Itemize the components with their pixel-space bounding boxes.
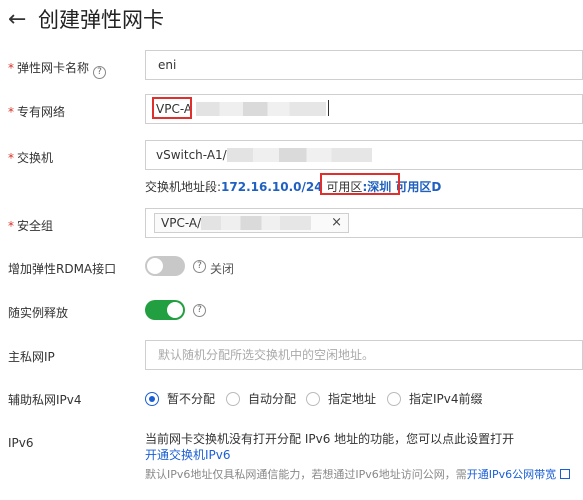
- radio-no-assign[interactable]: 暂不分配: [145, 390, 215, 407]
- eni-name-value: eni: [158, 58, 177, 72]
- radio-specify-address[interactable]: 指定地址: [306, 390, 376, 407]
- vswitch-label-text: 交换机: [17, 151, 54, 165]
- security-group-tag-text: VPC-A/: [161, 216, 202, 230]
- help-icon[interactable]: ?: [93, 66, 107, 79]
- vswitch-row: * 交换机 vSwitch-A1/ 交换机地址段:172.16.10.0/24 可…: [0, 140, 583, 200]
- redacted-block: [201, 216, 312, 230]
- ipv6-row: IPv6 当前网卡交换机没有打开分配 IPv6 地址的功能，您可以点此设置打开 …: [0, 430, 583, 496]
- security-group-label: * 安全组: [8, 217, 53, 234]
- highlight-box: [152, 97, 192, 119]
- highlight-box: [320, 173, 400, 195]
- help-icon[interactable]: ?: [193, 304, 206, 317]
- redacted-block: [226, 148, 372, 162]
- vpc-row: * 专有网络 VPC-A: [0, 94, 583, 126]
- radio-label: 指定IPv4前缀: [409, 392, 483, 406]
- security-group-row: * 安全组 VPC-A/ ×: [0, 208, 583, 240]
- ipv6-label: IPv6: [8, 436, 34, 450]
- eni-name-label: * 弹性网卡名称?: [8, 59, 107, 79]
- release-label: 随实例释放: [8, 306, 69, 320]
- required-asterisk: *: [8, 105, 14, 119]
- back-arrow-icon[interactable]: ←: [8, 7, 32, 33]
- eni-name-input[interactable]: eni: [145, 50, 583, 80]
- external-link-icon[interactable]: [560, 469, 571, 479]
- required-asterisk: *: [8, 61, 14, 75]
- enable-vswitch-ipv6-link[interactable]: 开通交换机IPv6: [145, 446, 231, 463]
- radio-auto-assign[interactable]: 自动分配: [226, 390, 296, 407]
- ipv6-public-notice: 默认IPv6地址仅具私网通信能力，若想通过IPv6地址访问公网，需开通IPv6公…: [145, 466, 571, 482]
- release-row: 随实例释放 ?: [0, 300, 583, 324]
- vswitch-select[interactable]: vSwitch-A1/: [145, 140, 583, 170]
- radio-checked-icon: [145, 392, 159, 406]
- radio-icon: [306, 392, 320, 406]
- rdma-toggle[interactable]: [145, 256, 185, 276]
- ipv6-public-text: 默认IPv6地址仅具私网通信能力，若想通过IPv6地址访问公网，需: [145, 468, 467, 481]
- required-asterisk: *: [8, 219, 14, 233]
- vpc-select[interactable]: VPC-A: [145, 94, 583, 124]
- redacted-block: [195, 102, 326, 116]
- radio-label: 自动分配: [248, 392, 297, 406]
- text-cursor: [327, 100, 329, 116]
- toggle-knob: [147, 258, 163, 274]
- vswitch-label: * 交换机: [8, 149, 53, 166]
- vpc-label: * 专有网络: [8, 103, 65, 120]
- required-asterisk: *: [8, 151, 14, 165]
- primary-ip-row: 主私网IP 默认随机分配所选交换机中的空闲地址。: [0, 340, 583, 370]
- page-title: 创建弹性网卡: [38, 8, 164, 32]
- primary-ip-placeholder: 默认随机分配所选交换机中的空闲地址。: [158, 348, 375, 362]
- security-group-label-text: 安全组: [17, 219, 54, 233]
- close-icon[interactable]: ×: [331, 214, 342, 232]
- enable-ipv6-bandwidth-link[interactable]: 开通IPv6公网带宽: [467, 468, 556, 481]
- rdma-row: 增加弹性RDMA接口 ? 关闭: [0, 256, 583, 280]
- vpc-label-text: 专有网络: [17, 105, 66, 119]
- radio-icon: [387, 392, 401, 406]
- help-icon[interactable]: ?: [193, 260, 206, 273]
- vswitch-value: vSwitch-A1/: [156, 148, 227, 162]
- release-toggle[interactable]: [145, 300, 185, 320]
- primary-ip-input[interactable]: 默认随机分配所选交换机中的空闲地址。: [145, 340, 583, 370]
- ipv6-notice: 当前网卡交换机没有打开分配 IPv6 地址的功能，您可以点此设置打开: [145, 432, 515, 446]
- eni-name-row: * 弹性网卡名称? eni: [0, 50, 583, 82]
- hint-prefix: 交换机地址段:: [145, 180, 222, 194]
- security-group-select[interactable]: VPC-A/ ×: [145, 208, 583, 238]
- radio-specify-prefix[interactable]: 指定IPv4前缀: [387, 390, 483, 407]
- eni-name-label-text: 弹性网卡名称: [17, 61, 90, 75]
- toggle-knob: [167, 302, 183, 318]
- radio-label: 指定地址: [328, 392, 377, 406]
- rdma-label: 增加弹性RDMA接口: [8, 262, 117, 276]
- page-header: ← 创建弹性网卡: [0, 0, 583, 42]
- secondary-ipv4-label: 辅助私网IPv4: [8, 393, 82, 407]
- hint-cidr: 172.16.10.0/24: [221, 180, 323, 194]
- security-group-tag: VPC-A/ ×: [154, 213, 349, 233]
- radio-label: 暂不分配: [167, 392, 216, 406]
- radio-icon: [226, 392, 240, 406]
- rdma-state: 关闭: [210, 262, 235, 276]
- secondary-ipv4-row: 辅助私网IPv4 暂不分配 自动分配 指定地址 指定IPv4前缀: [0, 388, 583, 408]
- primary-ip-label: 主私网IP: [8, 350, 55, 364]
